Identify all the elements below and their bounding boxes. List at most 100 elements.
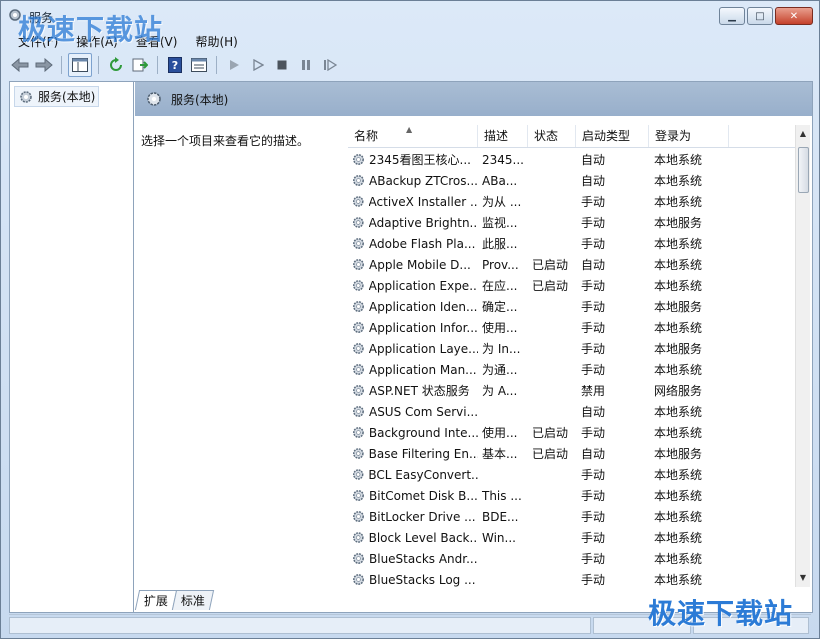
service-gear-icon [353,343,364,354]
start-service-icon [230,60,239,70]
description-hint: 选择一个项目来查看它的描述。 [141,134,310,148]
service-row[interactable]: BitLocker Drive ... BDE... 手动 本地系统 [348,506,798,527]
service-desc-cell: 使用... [482,426,518,440]
column-header-startup-type[interactable]: 启动类型 [576,125,649,147]
toolbar-separator [157,56,158,74]
vertical-scrollbar[interactable]: ▲ ▼ [795,125,810,587]
maximize-button[interactable]: □ [747,7,773,25]
service-name-cell: Adobe Flash Pla... [348,236,478,251]
service-gear-icon [352,469,364,480]
service-gear-icon [353,238,364,249]
service-name-label: Base Filtering En... [368,446,478,461]
refresh-icon [110,57,122,71]
service-row[interactable]: BitComet Disk B... This ... 手动 本地系统 [348,485,798,506]
refresh-button[interactable] [105,54,127,76]
service-gear-icon [353,532,364,543]
service-name-label: Application Infor... [369,320,478,335]
column-header-logon-as[interactable]: 登录为 [649,125,729,147]
tab-extended[interactable]: 扩展 [134,590,178,610]
service-row[interactable]: Application Infor... 使用... 手动 本地系统 [348,317,798,338]
back-button[interactable] [9,54,31,76]
column-header-name[interactable]: ▲ 名称 [348,125,478,147]
service-row[interactable]: ASP.NET 状态服务为 A... 禁用 网络服务 [348,380,798,401]
export-list-button[interactable] [129,54,151,76]
close-button[interactable]: ✕ [775,7,813,25]
scroll-thumb[interactable] [798,147,809,193]
service-logon-cell: 本地系统 [654,237,703,251]
minimize-button[interactable]: ▁ [719,7,745,25]
service-row[interactable]: ActiveX Installer ... 为从 ... 手动 本地系统 [348,191,798,212]
service-name-label: Application Laye... [368,341,478,356]
toolbar-separator [216,56,217,74]
service-name-cell: BlueStacks Andr... [348,551,478,566]
service-row[interactable]: Block Level Back... Win... 手动 本地系统 [348,527,798,548]
service-row[interactable]: Application Man... 为通... 手动 本地系统 [348,359,798,380]
forward-button[interactable] [33,54,55,76]
service-name-cell: ActiveX Installer ... [348,194,478,209]
service-row[interactable]: Application Iden... 确定... 手动 本地服务 [348,296,798,317]
watermark-logo: 极速下载站 [18,13,164,46]
service-name-label: BlueStacks Log ... [369,572,476,587]
pause-service-button[interactable] [295,54,317,76]
stop-service-button[interactable] [271,54,293,76]
service-row[interactable]: 2345看图王核心... 2345... 自动 本地系统 [348,149,798,170]
service-logon-cell: 网络服务 [654,384,703,398]
scroll-up-icon[interactable]: ▲ [796,127,810,141]
service-logon-cell: 本地系统 [654,426,703,440]
service-name-label: Application Iden... [369,299,478,314]
service-desc-cell: 为通... [482,363,518,377]
service-row[interactable]: Base Filtering En... 基本... 已启动 自动 本地服务 [348,443,798,464]
service-row[interactable]: BlueStacks Andr... 手动 本地系统 [348,548,798,569]
service-start-cell: 手动 [581,363,606,377]
show-hide-tree-button[interactable] [68,53,92,77]
help-button[interactable]: ? [164,54,186,76]
properties-icon [191,58,207,72]
service-name-cell: Base Filtering En... [348,446,478,461]
start-service-alt-button[interactable] [247,54,269,76]
service-logon-cell: 本地系统 [654,258,703,272]
restart-service-button[interactable] [319,54,341,76]
service-row[interactable]: Background Inte... 使用... 已启动 手动 本地系统 [348,422,798,443]
tab-standard[interactable]: 标准 [171,590,215,610]
menu-help[interactable]: 帮助(H) [186,31,246,51]
column-header-description[interactable]: 描述 [478,125,528,147]
service-start-cell: 手动 [581,237,606,251]
service-start-cell: 手动 [581,279,606,293]
services-window: 服务 ▁ □ ✕ 文件(F) 操作(A) 查看(V) 帮助(H) ? 服务(本地… [0,0,820,639]
service-row[interactable]: Application Expe... 在应... 已启动 手动 本地系统 [348,275,798,296]
column-header-status[interactable]: 状态 [528,125,576,147]
service-row[interactable]: ABackup ZTCros... ABa... 自动 本地系统 [348,170,798,191]
service-gear-icon [353,574,364,585]
service-logon-cell: 本地系统 [654,195,703,209]
service-name-cell: Adaptive Brightn... [348,215,478,230]
service-row[interactable]: Adobe Flash Pla... 此服... 手动 本地系统 [348,233,798,254]
service-gear-icon [353,511,364,522]
service-row[interactable]: ASUS Com Servi... 自动 本地系统 [348,401,798,422]
close-icon: ✕ [789,10,799,22]
service-name-cell: Application Laye... [348,341,478,356]
tree-item-services-local[interactable]: 服务(本地) [14,86,100,107]
properties-button[interactable] [188,54,210,76]
service-start-cell: 自动 [581,153,606,167]
service-logon-cell: 本地服务 [654,216,703,230]
back-arrow-icon [11,58,29,72]
service-name-cell: Background Inte... [348,425,478,440]
service-start-cell: 手动 [581,510,606,524]
service-row[interactable]: BCL EasyConvert... 手动 本地系统 [348,464,798,485]
service-logon-cell: 本地系统 [654,363,703,377]
watermark-logo: 极速下载站 [648,597,794,630]
services-gear-icon [20,90,32,103]
service-row[interactable]: Application Laye... 为 In... 手动 本地服务 [348,338,798,359]
service-start-cell: 手动 [581,426,606,440]
sort-ascending-icon: ▲ [406,125,413,134]
scroll-down-icon[interactable]: ▼ [796,571,810,585]
stop-service-icon [277,60,287,70]
start-service-button[interactable] [223,54,245,76]
service-row[interactable]: Apple Mobile D... Prov... 已启动 自动 本地系统 [348,254,798,275]
service-name-cell: Application Infor... [348,320,478,335]
service-start-cell: 手动 [581,300,606,314]
service-gear-icon [353,553,364,564]
service-row[interactable]: Adaptive Brightn... 监视... 手动 本地服务 [348,212,798,233]
service-row[interactable]: BlueStacks Log ... 手动 本地系统 [348,569,798,590]
service-logon-cell: 本地系统 [654,153,703,167]
